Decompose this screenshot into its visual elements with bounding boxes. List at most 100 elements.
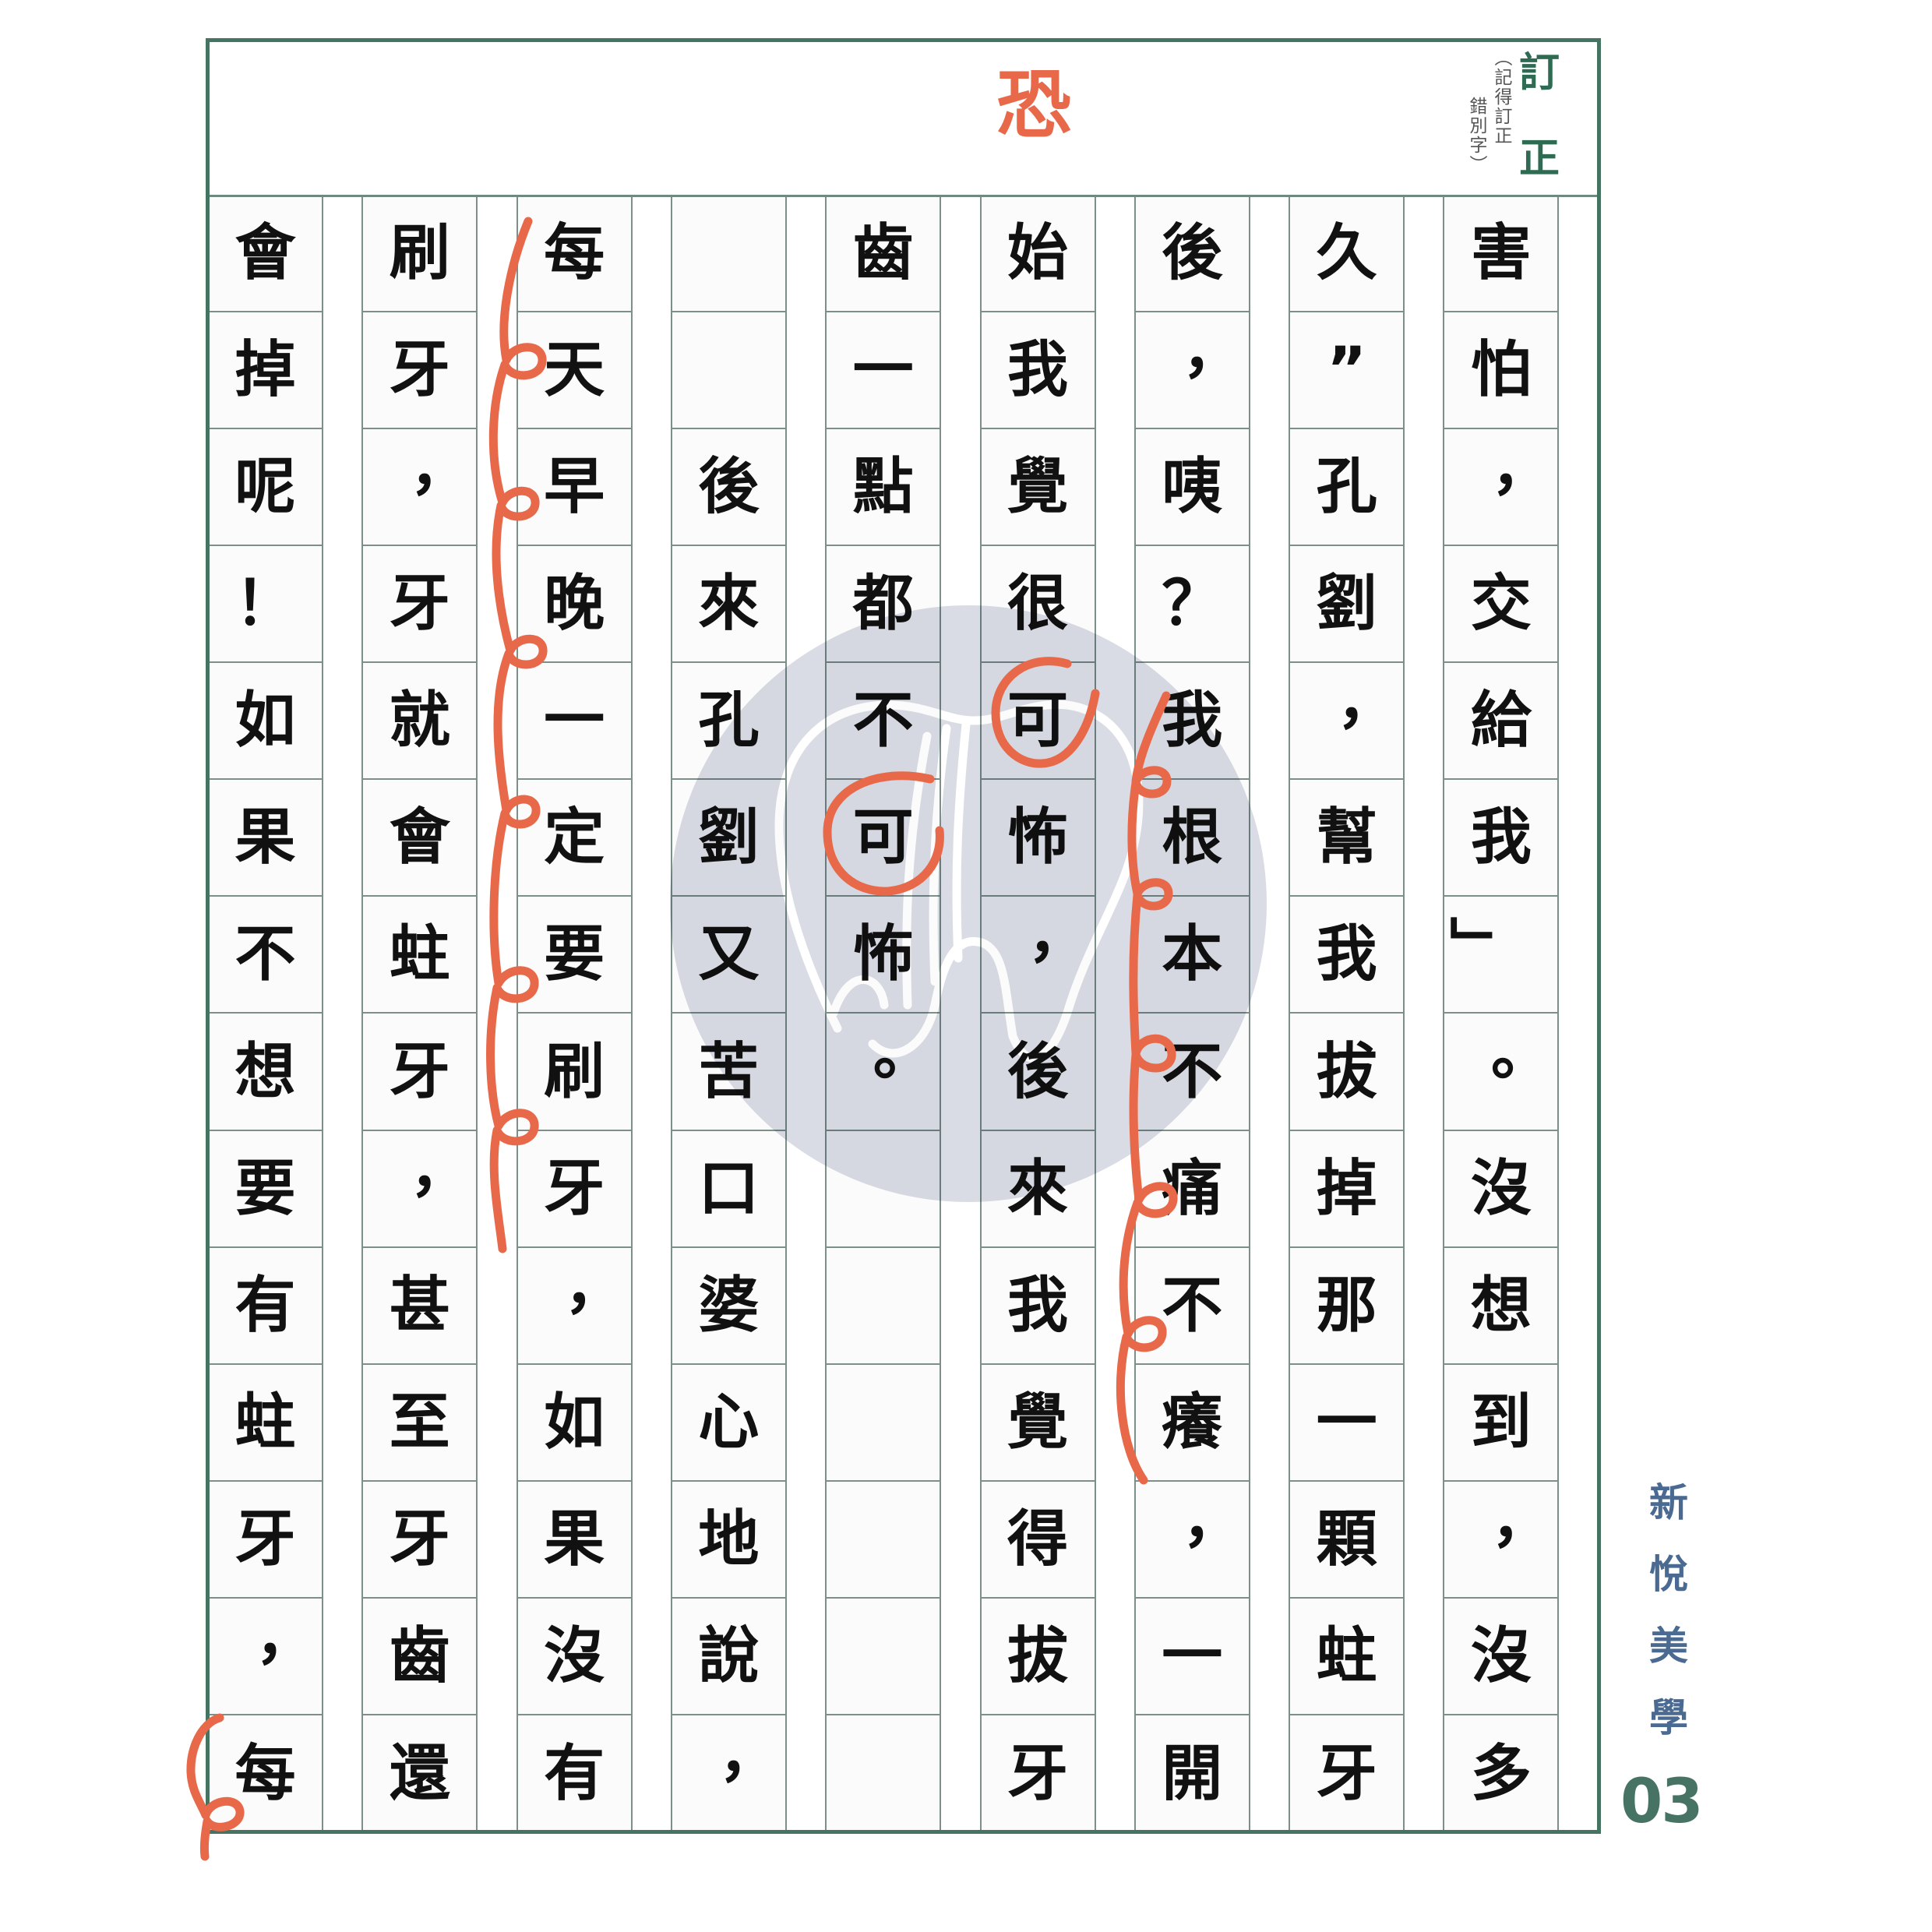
cell-character: 呢 xyxy=(234,452,296,523)
grid-cell: 每 xyxy=(517,196,631,313)
grid-cell: 苦 xyxy=(672,1014,785,1131)
cell-character: 久 xyxy=(1316,218,1377,289)
grid-cell: 我 xyxy=(1290,897,1404,1014)
cell-character: 不 xyxy=(852,686,914,756)
grid-cell: 那 xyxy=(1290,1248,1404,1365)
grid-cell: ” xyxy=(1290,312,1404,430)
cell-character: 根 xyxy=(1162,802,1223,873)
manuscript-column: 後來孔劉又苦口婆心地說， xyxy=(670,196,787,1832)
cell-character: 顆 xyxy=(1316,1504,1377,1574)
cell-character: 如 xyxy=(544,1387,605,1458)
grid-cell: 晚 xyxy=(517,546,631,664)
grid-cell: 掉 xyxy=(209,312,322,430)
grid-cell: ， xyxy=(672,1715,785,1832)
cell-character: 來 xyxy=(1007,1153,1068,1224)
grid-cell: 一 xyxy=(827,312,940,430)
cell-character: ， xyxy=(1336,667,1398,738)
cell-character: 交 xyxy=(1470,569,1532,640)
grid-cell: 蛀 xyxy=(1290,1599,1404,1715)
cell-character: 」 xyxy=(1442,916,1513,978)
grid-cell: 每 xyxy=(209,1715,322,1832)
grid-cell: 始 xyxy=(981,196,1095,313)
grid-cell: ， xyxy=(363,1131,477,1248)
grid-cell: 咦 xyxy=(1135,429,1249,547)
page-number: 03 xyxy=(1620,1767,1704,1837)
cell-character: 蛀 xyxy=(1316,1620,1377,1691)
cell-character: 刷 xyxy=(544,1036,605,1107)
grid-cell: 甚 xyxy=(363,1248,477,1365)
cell-character: 幫 xyxy=(1316,802,1377,873)
cell-character: ， xyxy=(1490,433,1552,504)
cell-character: 一 xyxy=(1316,1387,1377,1458)
grid-cell: 婆 xyxy=(672,1248,785,1365)
grid-cell: 久 xyxy=(1290,196,1404,313)
grid-cell: 來 xyxy=(672,546,785,664)
cell-character: 可 xyxy=(852,802,914,873)
cell-character: ， xyxy=(409,433,471,504)
grid-cell: 還 xyxy=(363,1715,476,1832)
grid-cell: 不 xyxy=(209,897,322,1014)
cell-character: 掉 xyxy=(1316,1153,1377,1224)
grid-cell: 至 xyxy=(363,1365,477,1482)
cell-character: 覺 xyxy=(1007,452,1068,523)
cell-character: 。 xyxy=(1490,1017,1552,1088)
cell-character: ！ xyxy=(234,569,296,640)
cell-character: 那 xyxy=(1316,1270,1377,1341)
cell-character: 多 xyxy=(1470,1738,1532,1809)
cell-character: 掉 xyxy=(234,335,296,406)
grid-cell: ？ xyxy=(1135,546,1249,664)
manuscript-column: 刷牙，牙就會蛀牙，甚至牙齒還 xyxy=(361,196,478,1832)
cell-character: 要 xyxy=(234,1153,296,1224)
grid-cell: 蛀 xyxy=(363,897,477,1014)
grid-cell: 如 xyxy=(517,1365,631,1482)
manuscript-column: 始我覺很可怖，後來我覺得拔牙 xyxy=(979,196,1096,1832)
grid-cell: 沒 xyxy=(517,1599,631,1715)
grid-cell: 開 xyxy=(1136,1715,1249,1832)
grid-cell: 牙 xyxy=(363,546,477,664)
cell-character: 地 xyxy=(698,1504,760,1574)
cell-character: 點 xyxy=(852,452,914,523)
cell-character: 至 xyxy=(389,1387,450,1458)
cell-character: 早 xyxy=(544,452,605,523)
cell-character: ” xyxy=(1326,335,1367,406)
cell-character: 心 xyxy=(698,1387,760,1458)
grid-cell: 不 xyxy=(1135,1248,1249,1365)
cell-character: 我 xyxy=(1007,335,1068,406)
grid-cell xyxy=(827,1715,940,1832)
grid-cell: 我 xyxy=(981,312,1095,430)
grid-cell: 心 xyxy=(672,1365,785,1482)
manuscript-column: 後，咦？我根本不痛不癢，一開 xyxy=(1133,196,1250,1832)
grid-cell: 齒 xyxy=(363,1599,477,1715)
cell-character: 牙 xyxy=(1316,1738,1377,1809)
cell-character: 會 xyxy=(234,218,296,289)
grid-cell: 可 xyxy=(827,780,940,897)
grid-cell: 覺 xyxy=(981,1365,1095,1482)
grid-cell: 定 xyxy=(517,780,631,897)
cell-character: 拔 xyxy=(1316,1036,1377,1107)
grid-cell: 一 xyxy=(1135,1599,1249,1715)
grid-cell: 不 xyxy=(827,663,940,781)
cell-character: 可 xyxy=(1007,686,1068,756)
grid-cell: 牙 xyxy=(1290,1715,1403,1832)
cell-character: 始 xyxy=(1007,218,1068,289)
cell-character: 不 xyxy=(1162,1036,1223,1107)
grid-cell xyxy=(827,1482,940,1599)
correction-note-line2: 錯別字） xyxy=(1466,97,1486,175)
grid-cell: 拔 xyxy=(1290,1014,1404,1131)
cell-character: 齒 xyxy=(852,218,914,289)
grid-cell: 根 xyxy=(1135,780,1249,897)
manuscript-column: 害怕，交給我」。沒想到，沒多 xyxy=(1443,196,1560,1832)
cell-character: 得 xyxy=(1007,1504,1068,1574)
grid-cell: 劉 xyxy=(672,780,785,897)
cell-character: ， xyxy=(1182,1485,1243,1556)
grid-cell: 會 xyxy=(363,780,477,897)
cell-character: ， xyxy=(255,1602,316,1673)
grid-cell: ， xyxy=(1444,1482,1558,1599)
cell-character: 。 xyxy=(873,1017,934,1088)
cell-character: 還 xyxy=(389,1738,450,1809)
grid-cell: 沒 xyxy=(1444,1131,1558,1248)
grid-cell: 想 xyxy=(209,1014,322,1131)
grid-cell: 刷 xyxy=(363,196,477,313)
cell-character: 都 xyxy=(852,569,914,640)
correction-label-bottom: 正 xyxy=(1519,136,1560,182)
